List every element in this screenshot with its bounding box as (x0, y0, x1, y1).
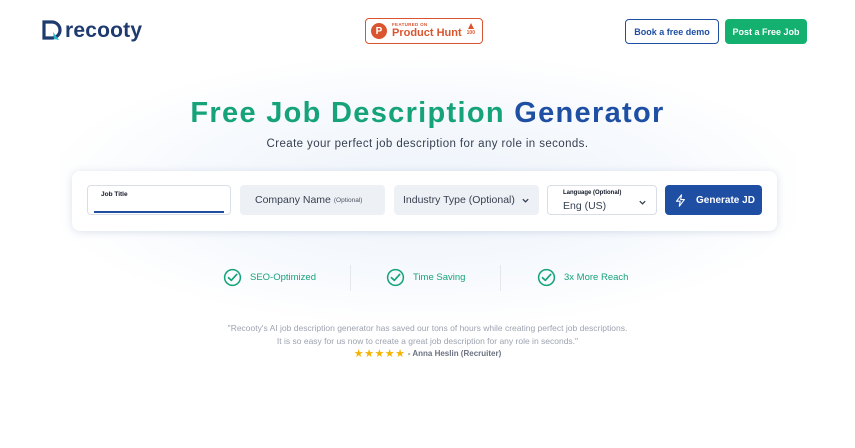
feature-label: SEO-Optimized (250, 272, 316, 283)
page-title: Free Job Description Generator (0, 97, 855, 130)
generate-jd-button[interactable]: Generate JD (665, 185, 762, 215)
testimonial-quote: "Recooty's AI job description generator … (0, 322, 855, 348)
logo-text: recooty (65, 19, 143, 42)
language-label: Language (Optional) (563, 190, 622, 196)
product-hunt-icon: P (371, 23, 387, 39)
feature-label: 3x More Reach (564, 272, 629, 283)
book-demo-button[interactable]: Book a free demo (625, 19, 719, 44)
product-hunt-badge[interactable]: P FEATURED ON Product Hunt 100 (365, 18, 483, 44)
job-title-label: Job Title (101, 191, 128, 198)
page-title-part1: Free Job Description (190, 97, 505, 129)
post-job-button[interactable]: Post a Free Job (725, 19, 807, 44)
product-hunt-votes: 100 (466, 30, 475, 36)
job-title-focus-underline (94, 211, 224, 213)
star-rating-icon: ★★★★★ (353, 348, 406, 360)
generate-jd-label: Generate JD (696, 194, 755, 206)
feature-divider (500, 265, 501, 291)
company-name-placeholder: Company Name (255, 194, 331, 206)
feature-more-reach: 3x More Reach (537, 268, 628, 287)
company-name-input[interactable]: Company Name (Optional) (240, 185, 385, 215)
testimonial-rating: ★★★★★ - Anna Heslin (Recruiter) (0, 347, 855, 360)
language-select[interactable]: Language (Optional) Eng (US) (547, 185, 657, 215)
page-subtitle: Create your perfect job description for … (266, 138, 589, 150)
testimonial-author: - Anna Heslin (Recruiter) (407, 349, 502, 358)
language-value: Eng (US) (563, 200, 607, 212)
check-circle-icon (386, 268, 405, 287)
check-circle-icon (537, 268, 556, 287)
job-title-input[interactable]: Job Title (87, 185, 231, 215)
industry-type-placeholder: Industry Type (Optional) (403, 194, 515, 206)
chevron-down-icon (522, 198, 529, 203)
feature-seo-optimized: SEO-Optimized (223, 268, 316, 287)
check-circle-icon (223, 268, 242, 287)
testimonial-line: "Recooty's AI job description generator … (227, 323, 628, 333)
feature-label: Time Saving (413, 272, 466, 283)
industry-type-select[interactable]: Industry Type (Optional) (394, 185, 539, 215)
company-optional-label: (Optional) (333, 196, 363, 204)
recooty-logo[interactable]: recooty (42, 19, 142, 43)
lightning-icon (675, 193, 685, 207)
upvote-arrow-icon (467, 23, 474, 29)
page-title-part2: Generator (514, 97, 665, 129)
chevron-down-icon (639, 200, 646, 205)
feature-time-saving: Time Saving (386, 268, 465, 287)
feature-divider (350, 265, 351, 291)
product-hunt-name: Product Hunt (392, 27, 462, 40)
recooty-logo-icon (42, 20, 62, 40)
